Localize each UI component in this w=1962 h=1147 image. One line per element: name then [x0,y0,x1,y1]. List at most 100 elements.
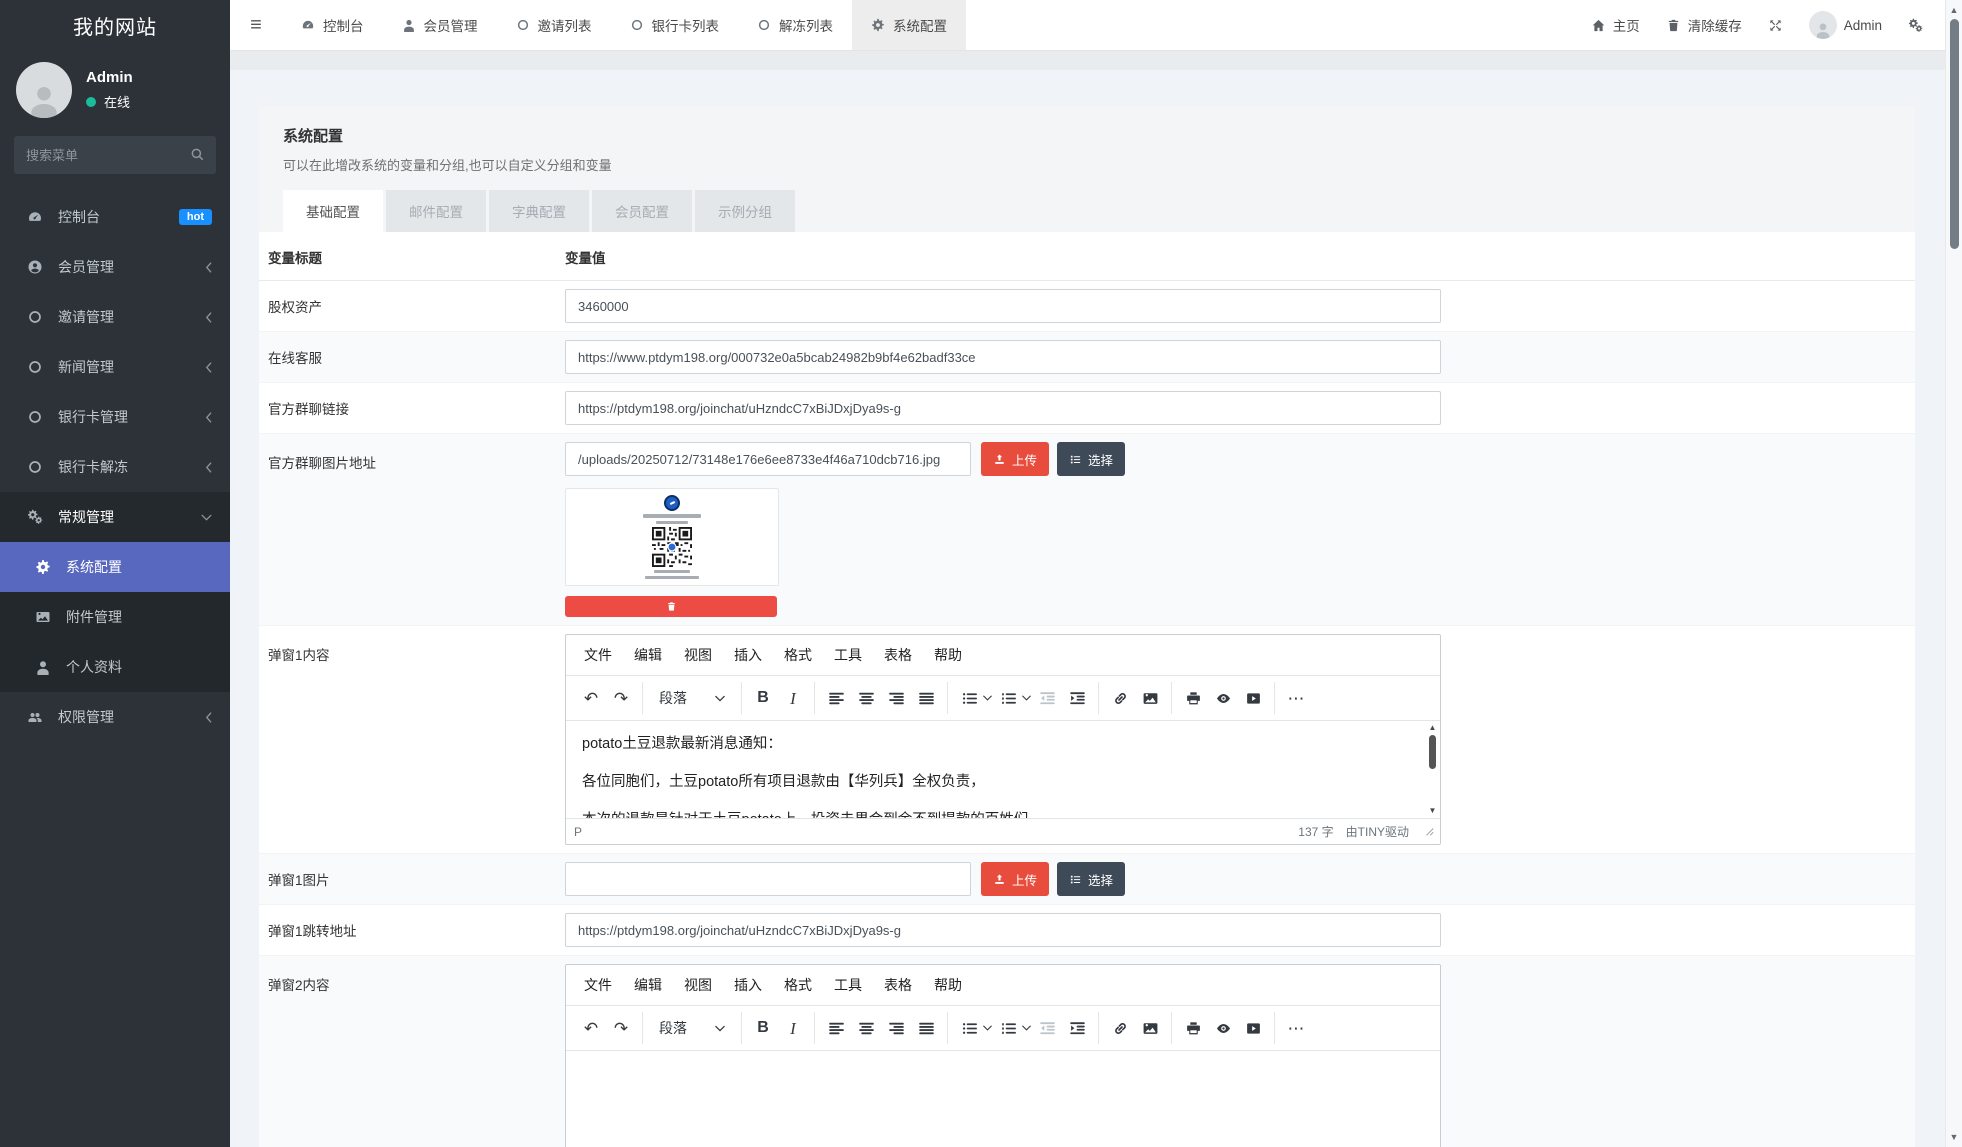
element-path[interactable]: P [574,825,582,839]
editor-content[interactable]: potato土豆退款最新消息通知： 各位同胞们，土豆potato所有项目退款由【… [566,721,1440,818]
italic-icon[interactable]: I [779,683,807,713]
outdent-icon[interactable] [1033,683,1061,713]
indent-icon[interactable] [1063,683,1091,713]
menu-help[interactable]: 帮助 [924,970,972,1000]
indent-icon[interactable] [1063,1013,1091,1043]
menu-format[interactable]: 格式 [774,640,822,670]
bullet-list-icon[interactable] [955,683,983,713]
avatar[interactable] [16,62,72,118]
popup1-redirect-input[interactable] [565,913,1441,947]
navtab-dashboard[interactable]: 控制台 [282,0,383,50]
sidebar-item-dashboard[interactable]: 控制台 hot [0,192,230,242]
print-icon[interactable] [1179,1013,1207,1043]
bold-icon[interactable]: B [749,1013,777,1043]
choose-button[interactable]: 选择 [1057,862,1125,896]
insert-image-icon[interactable] [1136,683,1164,713]
scroll-down-icon[interactable]: ▼ [1950,1130,1959,1147]
image-preview-thumbnail[interactable] [565,488,779,586]
resize-grip[interactable] [1425,827,1434,836]
menu-view[interactable]: 视图 [674,970,722,1000]
menu-file[interactable]: 文件 [574,970,622,1000]
word-count[interactable]: 137 字 [1298,823,1333,840]
paragraph-format-select[interactable]: 段落 [650,1013,734,1043]
navtab-members[interactable]: 会员管理 [383,0,497,50]
navtab-bankcard-list[interactable]: 银行卡列表 [611,0,739,50]
menu-format[interactable]: 格式 [774,970,822,1000]
menu-insert[interactable]: 插入 [724,640,772,670]
link-icon[interactable] [1106,1013,1134,1043]
tab-mail-config[interactable]: 邮件配置 [386,190,486,232]
equity-assets-input[interactable] [565,289,1441,323]
upload-button[interactable]: 上传 [981,442,1049,476]
menu-help[interactable]: 帮助 [924,640,972,670]
chevron-down-icon[interactable] [983,695,992,701]
undo-icon[interactable]: ↶ [577,1013,605,1043]
sidebar-item-bankcards[interactable]: 银行卡管理 [0,392,230,442]
home-button[interactable]: 主页 [1591,15,1640,35]
fullscreen-button[interactable] [1768,18,1783,33]
more-options-icon[interactable]: ⋯ [1282,1013,1310,1043]
menu-edit[interactable]: 编辑 [624,970,672,1000]
print-icon[interactable] [1179,683,1207,713]
sidebar-item-system-config[interactable]: 系统配置 [0,542,230,592]
align-center-icon[interactable] [852,1013,880,1043]
chevron-down-icon[interactable] [1022,695,1031,701]
hamburger-menu-icon[interactable]: ≡ [230,0,282,50]
navtab-system-config[interactable]: 系统配置 [852,0,966,50]
online-service-input[interactable] [565,340,1441,374]
tab-example-group[interactable]: 示例分组 [695,190,795,232]
preview-icon[interactable] [1209,683,1237,713]
clear-cache-button[interactable]: 清除缓存 [1666,15,1742,35]
media-icon[interactable] [1239,1013,1267,1043]
numbered-list-icon[interactable] [994,1013,1022,1043]
scroll-up-icon[interactable]: ▲ [1429,723,1437,733]
sidebar-item-unfreeze[interactable]: 银行卡解冻 [0,442,230,492]
sidebar-item-invites[interactable]: 邀请管理 [0,292,230,342]
align-right-icon[interactable] [882,683,910,713]
popup1-image-input[interactable] [565,862,971,896]
scrollbar-thumb[interactable] [1429,735,1436,769]
sidebar-item-profile[interactable]: 个人资料 [0,642,230,692]
menu-table[interactable]: 表格 [874,640,922,670]
menu-tools[interactable]: 工具 [824,970,872,1000]
sidebar-item-general[interactable]: 常规管理 [0,492,230,542]
user-menu[interactable]: Admin [1809,11,1882,39]
menu-file[interactable]: 文件 [574,640,622,670]
more-options-icon[interactable]: ⋯ [1282,683,1310,713]
choose-button[interactable]: 选择 [1057,442,1125,476]
numbered-list-icon[interactable] [994,683,1022,713]
italic-icon[interactable]: I [779,1013,807,1043]
redo-icon[interactable]: ↷ [607,1013,635,1043]
menu-view[interactable]: 视图 [674,640,722,670]
editor-content[interactable] [566,1051,1440,1147]
paragraph-format-select[interactable]: 段落 [650,683,734,713]
group-chat-image-input[interactable] [565,442,971,476]
menu-edit[interactable]: 编辑 [624,640,672,670]
redo-icon[interactable]: ↷ [607,683,635,713]
navtab-invite-list[interactable]: 邀请列表 [497,0,611,50]
upload-button[interactable]: 上传 [981,862,1049,896]
settings-menu-button[interactable] [1908,18,1923,33]
link-icon[interactable] [1106,683,1134,713]
scroll-up-icon[interactable]: ▲ [1950,0,1959,17]
menu-insert[interactable]: 插入 [724,970,772,1000]
align-right-icon[interactable] [882,1013,910,1043]
undo-icon[interactable]: ↶ [577,683,605,713]
preview-icon[interactable] [1209,1013,1237,1043]
menu-table[interactable]: 表格 [874,970,922,1000]
bold-icon[interactable]: B [749,683,777,713]
menu-tools[interactable]: 工具 [824,640,872,670]
sidebar-item-permissions[interactable]: 权限管理 [0,692,230,742]
chevron-down-icon[interactable] [983,1025,992,1031]
navtab-unfreeze-list[interactable]: 解冻列表 [738,0,852,50]
search-input[interactable] [14,136,216,174]
align-justify-icon[interactable] [912,683,940,713]
align-center-icon[interactable] [852,683,880,713]
scroll-down-icon[interactable]: ▼ [1429,806,1437,816]
tab-basic-config[interactable]: 基础配置 [283,190,383,232]
tab-dictionary-config[interactable]: 字典配置 [489,190,589,232]
scrollbar-thumb[interactable] [1950,19,1959,249]
bullet-list-icon[interactable] [955,1013,983,1043]
outdent-icon[interactable] [1033,1013,1061,1043]
sidebar-item-attachments[interactable]: 附件管理 [0,592,230,642]
